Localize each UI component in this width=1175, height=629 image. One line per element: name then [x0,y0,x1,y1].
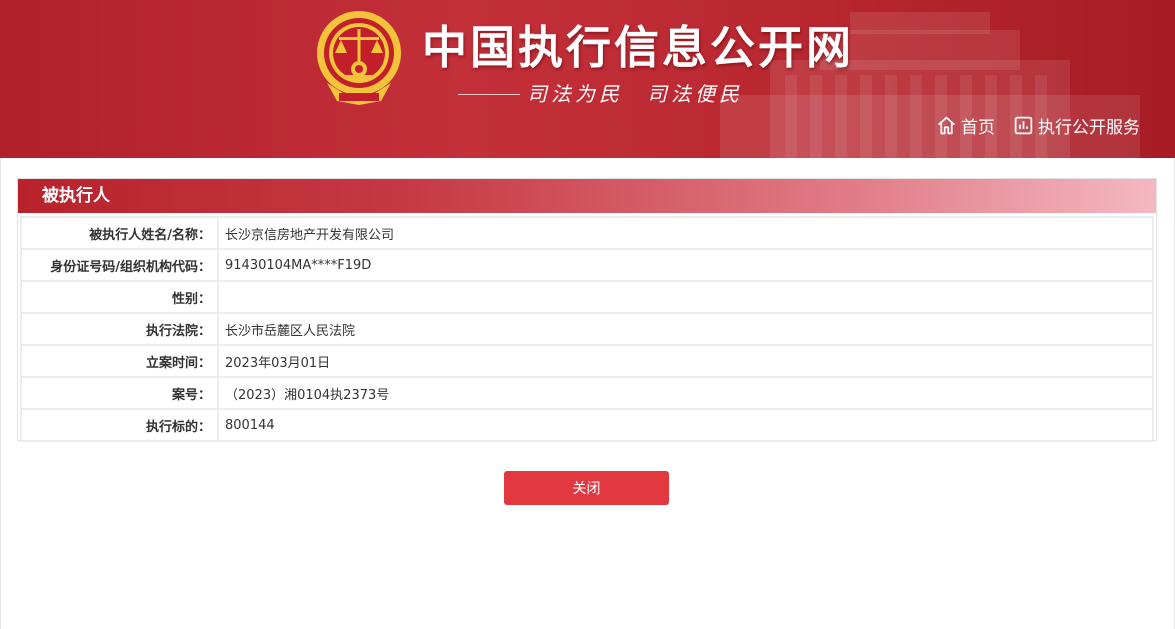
row-value-court: 长沙市岳麓区人民法院 [217,312,1154,346]
row-value-gender [217,280,1154,314]
close-button[interactable]: 关闭 [504,471,669,505]
chart-icon [1014,116,1033,134]
row-label-id-code: 身份证号码/组织机构代码： [20,248,219,282]
site-header: 中国执行信息公开网 司法为民 司法便民 首页 执行公开服务 [0,0,1175,158]
row-value-case-number: （2023）湘0104执2373号 [217,376,1154,410]
row-label-name: 被执行人姓名/名称： [20,216,219,250]
nav-home-link[interactable]: 首页 [936,112,995,138]
table-row: 立案时间： 2023年03月01日 [20,344,1154,378]
row-label-filing-date: 立案时间： [20,344,219,378]
page-left-border [0,158,1,629]
court-emblem-logo [317,11,401,105]
row-value-name: 长沙京信房地产开发有限公司 [217,216,1154,250]
table-row: 被执行人姓名/名称： 长沙京信房地产开发有限公司 [20,216,1154,250]
table-row: 身份证号码/组织机构代码： 91430104MA****F19D [20,248,1154,282]
panel-header: 被执行人 [18,179,1156,213]
row-value-id-code: 91430104MA****F19D [217,248,1154,282]
table-row: 执行标的： 800144 [20,408,1154,442]
debtor-info-table: 被执行人姓名/名称： 长沙京信房地产开发有限公司 身份证号码/组织机构代码： 9… [20,216,1154,442]
debtor-info-panel: 被执行人 被执行人姓名/名称： 长沙京信房地产开发有限公司 身份证号码/组织机构… [17,178,1157,442]
panel-title: 被执行人 [42,186,110,206]
row-value-filing-date: 2023年03月01日 [217,344,1154,378]
table-row: 性别： [20,280,1154,314]
row-label-case-number: 案号： [20,376,219,410]
home-icon [938,116,955,134]
row-label-court: 执行法院： [20,312,219,346]
row-value-execution-amount: 800144 [217,408,1154,442]
slogan-part-1: 司法为民 [527,82,623,106]
slogan-part-2: 司法便民 [647,82,743,106]
table-row: 案号： （2023）湘0104执2373号 [20,376,1154,410]
nav-home-label: 首页 [961,117,995,138]
row-label-execution-amount: 执行标的： [20,408,219,442]
nav-public-service-link[interactable]: 执行公开服务 [1013,112,1140,138]
site-title: 中国执行信息公开网 [422,21,855,74]
slogan-divider [458,94,520,95]
row-label-gender: 性别： [20,280,219,314]
table-row: 执行法院： 长沙市岳麓区人民法院 [20,312,1154,346]
nav-public-service-label: 执行公开服务 [1038,117,1140,138]
site-slogan: 司法为民 司法便民 [527,80,743,108]
